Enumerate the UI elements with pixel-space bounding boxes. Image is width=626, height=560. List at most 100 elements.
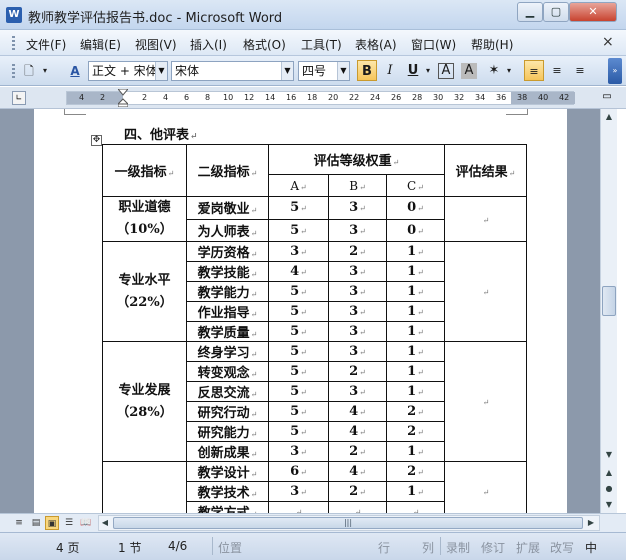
menu-help[interactable]: 帮助(H): [471, 36, 513, 53]
vertical-scroll-thumb[interactable]: [602, 286, 616, 316]
scroll-down-icon[interactable]: ▼: [601, 447, 617, 463]
document-close-icon[interactable]: ×: [602, 34, 614, 50]
font-combo[interactable]: 宋体 ▼: [171, 61, 294, 81]
italic-button[interactable]: I: [380, 60, 400, 81]
new-document-icon[interactable]: 🗋: [20, 61, 38, 81]
grade-c-weight-cell-text: 2: [407, 464, 417, 479]
grade-b-weight-cell: 4↵: [328, 421, 387, 442]
previous-page-icon[interactable]: ▲: [601, 465, 617, 481]
document-page[interactable]: 四、他评表↵ ✥ 一级指标↵ 二级指标↵ 评估等级权重↵ 评估结果↵ A↵ B↵…: [34, 109, 567, 513]
toolbar-grip-handle[interactable]: [12, 64, 15, 78]
underline-button[interactable]: U: [403, 60, 423, 81]
grade-c-weight-cell-text: 2: [407, 404, 417, 419]
title-bar: W 教师教学评估报告书.doc - Microsoft Word ▁ ▢ ✕: [0, 0, 626, 30]
character-shading-button[interactable]: A: [461, 63, 477, 79]
header-grade-c: C↵: [386, 174, 445, 197]
normal-view-icon[interactable]: ≡: [12, 516, 26, 530]
print-layout-icon[interactable]: ▣: [45, 516, 59, 530]
scroll-up-icon[interactable]: ▲: [601, 109, 617, 125]
level2-indicator-cell: 教学能力↵: [186, 281, 269, 302]
chevron-down-icon[interactable]: ▼: [281, 62, 293, 80]
result-cell[interactable]: ↵: [444, 341, 527, 462]
level2-indicator-cell: 爱岗敬业↵: [186, 196, 269, 220]
indent-marker-icon[interactable]: [118, 89, 128, 107]
character-border-button[interactable]: A: [438, 63, 454, 79]
menu-edit[interactable]: 编辑(E): [80, 36, 121, 53]
status-language[interactable]: 中: [585, 539, 597, 556]
horizontal-scrollbar[interactable]: ◀ ||| ▶: [98, 515, 600, 531]
scroll-right-icon[interactable]: ▶: [585, 516, 597, 530]
ruler-number: 38: [517, 93, 528, 102]
outline-view-icon[interactable]: ☰: [62, 516, 76, 530]
toolbar-options-chevron-icon[interactable]: ▾: [40, 61, 50, 81]
status-record[interactable]: 录制: [446, 539, 470, 556]
menu-grip-handle[interactable]: [12, 36, 15, 50]
menu-format[interactable]: 格式(O): [243, 36, 286, 53]
result-cell[interactable]: ↵: [444, 196, 527, 242]
close-button[interactable]: ✕: [569, 2, 617, 22]
text-effects-icon[interactable]: ✶: [484, 60, 504, 81]
align-justify-icon[interactable]: ≡: [524, 60, 544, 81]
font-size-combo[interactable]: 四号 ▼: [298, 61, 350, 81]
reading-layout-icon[interactable]: 📖: [79, 516, 93, 530]
evaluation-table: 一级指标↵ 二级指标↵ 评估等级权重↵ 评估结果↵ A↵ B↵ C↵ 职业道德 （…: [102, 144, 527, 513]
menu-insert[interactable]: 插入(I): [190, 36, 227, 53]
chevron-down-icon[interactable]: ▼: [155, 62, 167, 80]
ruler-number: 22: [349, 93, 360, 102]
styles-formatting-icon[interactable]: A: [66, 61, 84, 81]
horizontal-scroll-thumb[interactable]: |||: [113, 517, 583, 529]
level2-indicator-cell: 学历资格↵: [186, 241, 269, 262]
grade-a-weight-cell: 3↵: [268, 481, 329, 502]
grade-a-weight-cell-text: 3: [290, 444, 300, 459]
grade-b-weight-cell-text: 3: [349, 324, 359, 339]
word-app-icon[interactable]: W: [6, 7, 22, 23]
status-bar: 4 页 1 节 4/6 位置 行 列 录制 修订 扩展 改写 中: [0, 532, 626, 560]
level1-indicator-cell: 专业发展 （28%）: [102, 341, 187, 462]
grade-c-weight-cell: 1↵: [386, 301, 445, 322]
grade-c-weight-cell: 1↵: [386, 281, 445, 302]
scroll-left-icon[interactable]: ◀: [99, 516, 111, 530]
level2-indicator-cell-text: 教学技术: [197, 486, 250, 501]
style-combo[interactable]: 正文 + 宋体 ▼: [88, 61, 168, 81]
view-ruler-icon[interactable]: ▭: [600, 91, 614, 107]
grade-a-weight-cell-text: 5: [290, 404, 300, 419]
minimize-button[interactable]: ▁: [517, 2, 543, 22]
bold-button[interactable]: B: [357, 60, 377, 81]
status-overtype[interactable]: 改写: [550, 539, 574, 556]
align-center-icon[interactable]: ≡: [547, 60, 567, 81]
grade-b-weight-cell: 4↵: [328, 401, 387, 422]
ruler-number: 2: [100, 93, 106, 102]
menu-window[interactable]: 窗口(W): [411, 36, 456, 53]
tab-selector-icon[interactable]: ∟: [12, 91, 26, 105]
select-browse-object-icon[interactable]: ●: [601, 481, 617, 497]
maximize-button[interactable]: ▢: [543, 2, 569, 22]
toolbar-overflow-icon[interactable]: »: [608, 58, 622, 84]
horizontal-ruler[interactable]: 4 2 2 4 6 8 10 12 14 16 18 20 22 24 26 2…: [66, 89, 575, 107]
status-track-changes[interactable]: 修订: [481, 539, 505, 556]
result-cell[interactable]: ↵: [444, 461, 527, 513]
level2-indicator-cell-text: 教学技能: [197, 266, 250, 281]
section-heading: 四、他评表↵: [124, 128, 198, 143]
web-layout-icon[interactable]: ▤: [29, 516, 43, 530]
next-page-icon[interactable]: ▼: [601, 497, 617, 513]
menu-file[interactable]: 文件(F): [26, 36, 66, 53]
table-move-handle-icon[interactable]: ✥: [91, 135, 102, 146]
effects-chevron-down-icon[interactable]: ▾: [504, 60, 514, 81]
chevron-down-icon[interactable]: ▼: [337, 62, 349, 80]
align-right-icon[interactable]: ≡: [570, 60, 590, 81]
result-cell[interactable]: ↵: [444, 241, 527, 342]
menu-view[interactable]: 视图(V): [135, 36, 177, 53]
header-grade-b: B↵: [328, 174, 387, 197]
grade-a-weight-cell: 3↵: [268, 441, 329, 462]
level2-indicator-cell: 终身学习↵: [186, 341, 269, 362]
grade-a-weight-cell: 4↵: [268, 261, 329, 282]
menu-tools[interactable]: 工具(T): [301, 36, 342, 53]
vertical-scrollbar[interactable]: ▲ ▼ ▲ ● ▼: [600, 109, 617, 513]
grade-c-weight-cell: 1↵: [386, 381, 445, 402]
ruler-number: 4: [79, 93, 85, 102]
underline-chevron-down-icon[interactable]: ▾: [423, 60, 433, 81]
grade-a-weight-cell-text: 5: [290, 222, 300, 238]
status-extend[interactable]: 扩展: [516, 539, 540, 556]
ruler-number: 20: [328, 93, 339, 102]
menu-table[interactable]: 表格(A): [355, 36, 397, 53]
